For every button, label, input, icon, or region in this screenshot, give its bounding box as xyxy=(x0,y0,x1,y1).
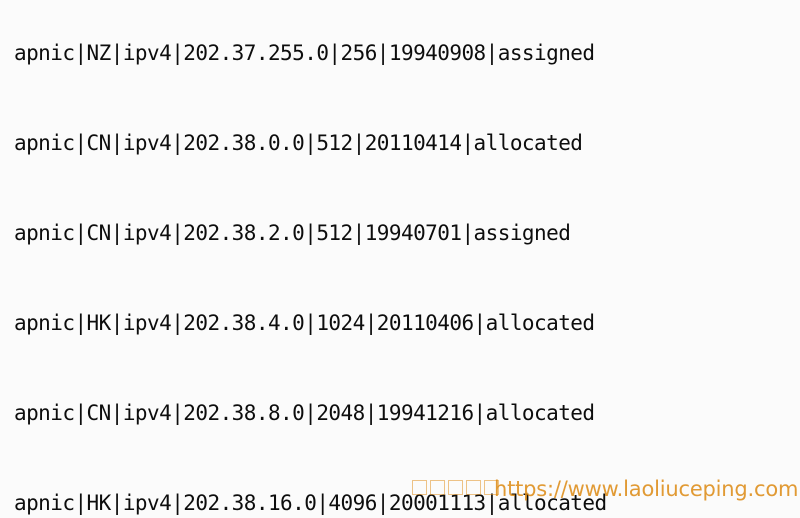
text-listing-screen: apnic|NZ|ipv4|202.37.255.0|256|19940908|… xyxy=(0,0,800,518)
record-line: apnic|CN|ipv4|202.38.0.0|512|20110414|al… xyxy=(14,131,583,155)
record-line: apnic|CN|ipv4|202.38.8.0|2048|19941216|a… xyxy=(14,401,595,425)
record-line: apnic|CN|ipv4|202.38.2.0|512|19940701|as… xyxy=(14,221,571,245)
record-line: apnic|HK|ipv4|202.38.4.0|1024|20110406|a… xyxy=(14,311,595,335)
record-line: apnic|HK|ipv4|202.38.16.0|4096|20001113|… xyxy=(14,491,607,515)
record-line: apnic|NZ|ipv4|202.37.255.0|256|19940908|… xyxy=(14,41,595,65)
delegation-records-text: apnic|NZ|ipv4|202.37.255.0|256|19940908|… xyxy=(14,0,800,518)
